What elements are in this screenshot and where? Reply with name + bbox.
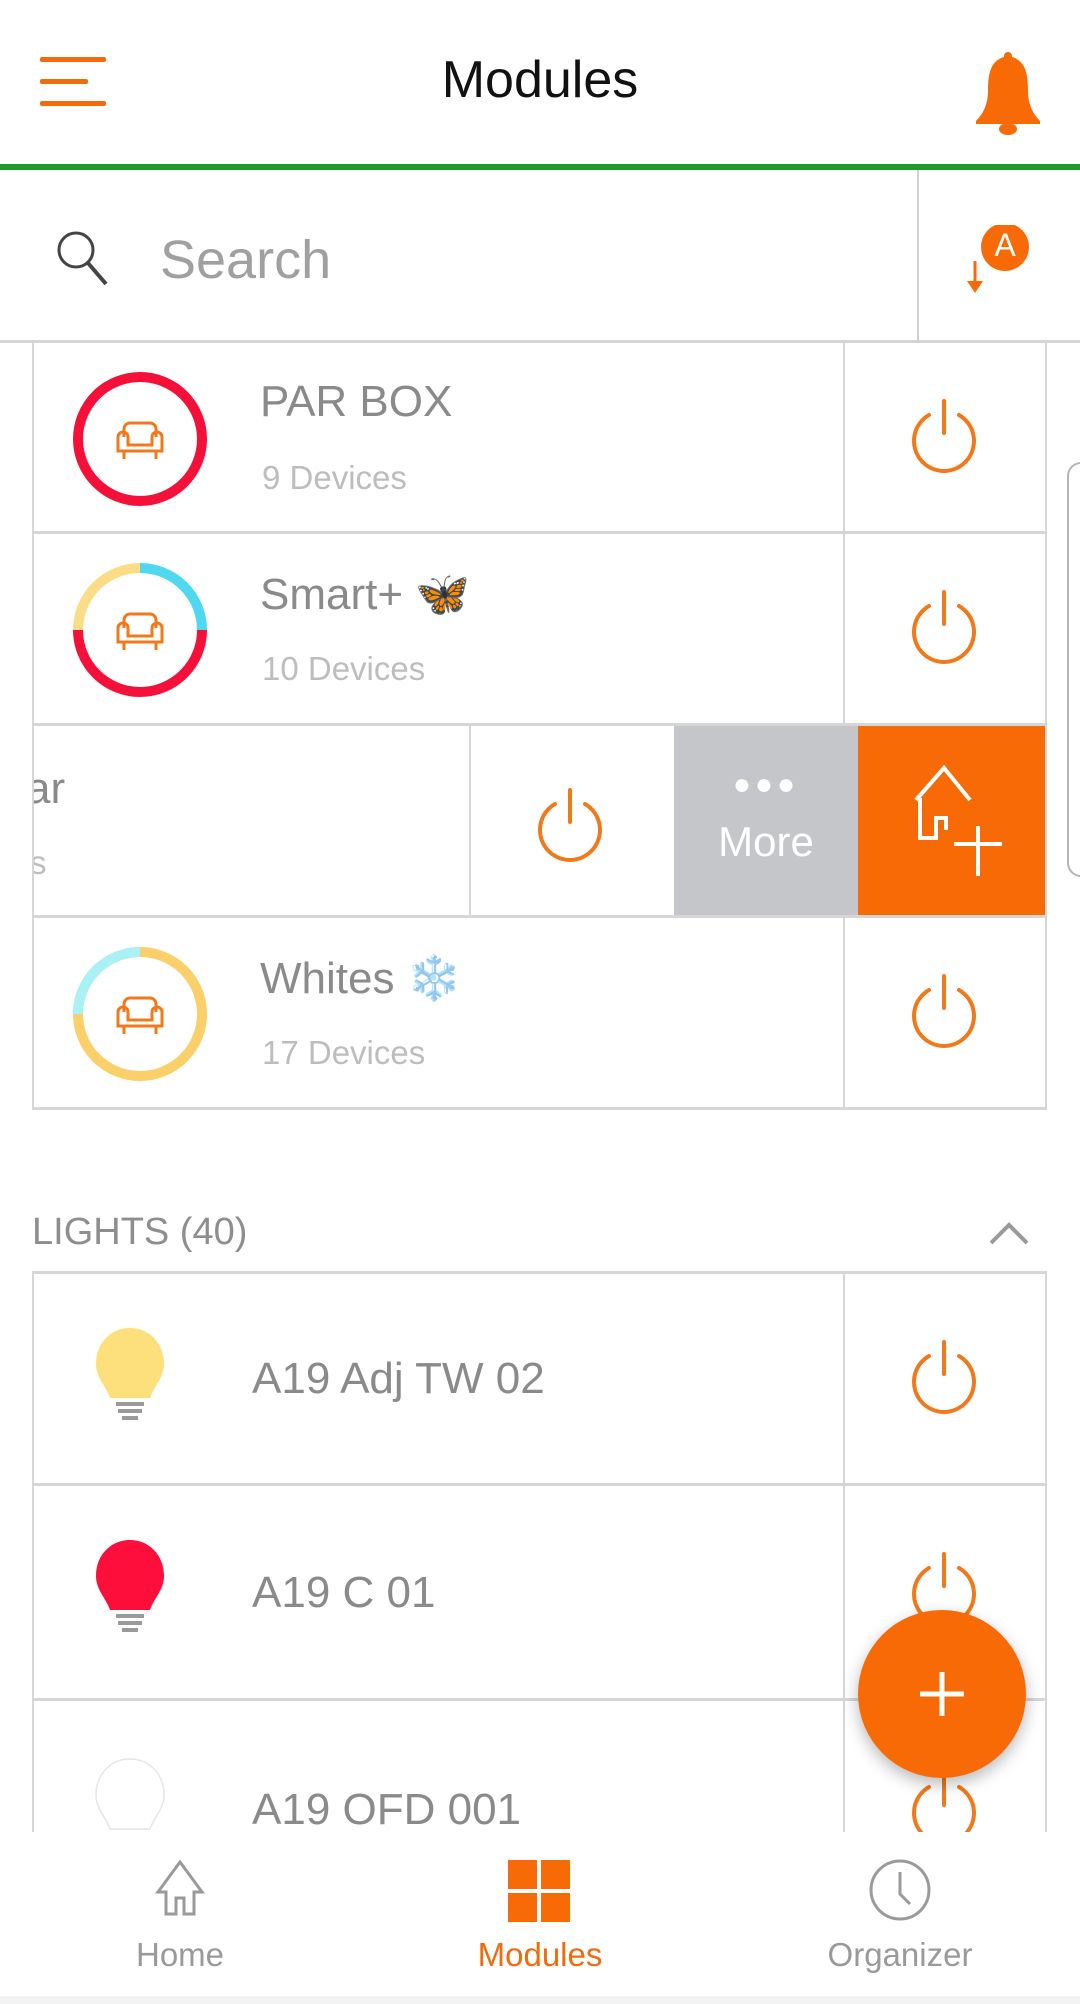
power-icon[interactable]: [906, 590, 982, 666]
room-name-partial: ar: [34, 764, 66, 813]
row-divider: [843, 534, 845, 723]
section-title: LIGHTS (40): [32, 1211, 248, 1253]
sort-badge-letter: A: [994, 227, 1016, 263]
light-bulb-icon: [96, 1328, 164, 1420]
room-device-count: 9 Devices: [262, 459, 407, 496]
row-divider: [843, 343, 845, 531]
bottom-navigation: Home Modules Organizer: [0, 1832, 1080, 2004]
page-title: Modules: [441, 51, 639, 109]
chevron-up-icon[interactable]: [987, 1217, 1031, 1247]
butterfly-emoji: 🦋: [415, 569, 471, 620]
room-device-count-partial: s: [34, 844, 47, 882]
power-icon[interactable]: [532, 788, 608, 864]
clock-icon: [869, 1859, 931, 1921]
app-root: Modules A PAR BOX 9 De: [0, 0, 1080, 2004]
sofa-icon: [116, 996, 164, 1034]
nav-home[interactable]: Home: [30, 1832, 330, 1996]
light-name: A19 C 01: [252, 1568, 436, 1617]
power-icon[interactable]: [906, 399, 982, 475]
room-color-ring: [73, 947, 207, 1081]
sort-alphabetical-icon[interactable]: A: [960, 225, 1040, 295]
light-name: A19 Adj TW 02: [252, 1354, 545, 1403]
nav-organizer[interactable]: Organizer: [750, 1832, 1050, 1996]
sofa-icon: [116, 612, 164, 650]
row-divider: [843, 1274, 845, 1483]
power-icon[interactable]: [906, 974, 982, 1050]
row-divider: [843, 1486, 845, 1698]
room-row[interactable]: Whites ❄️ 17 Devices: [32, 918, 1047, 1110]
room-row[interactable]: Smart+ 🦋 10 Devices: [32, 534, 1047, 726]
nav-modules[interactable]: Modules: [390, 1832, 690, 1996]
home-icon: [155, 1859, 205, 1916]
search-icon: [57, 231, 108, 286]
row-divider: [843, 918, 845, 1107]
snowflake-emoji: ❄️: [406, 953, 462, 1004]
light-name: A19 OFD 001: [252, 1785, 522, 1834]
room-name: Smart+ 🦋: [260, 569, 471, 620]
sofa-icon: [116, 421, 164, 459]
nav-home-label: Home: [135, 1936, 225, 1973]
row-divider: [469, 726, 471, 915]
room-name: PAR BOX: [260, 377, 453, 426]
top-app-bar: Modules: [0, 0, 1080, 165]
more-label: More: [718, 818, 814, 865]
add-to-home-icon: [914, 764, 1002, 876]
bell-icon[interactable]: [972, 50, 1044, 136]
room-device-count: 10 Devices: [262, 650, 426, 687]
plus-icon: [920, 1672, 964, 1716]
nav-organizer-label: Organizer: [827, 1936, 973, 1973]
more-button[interactable]: ●●● More: [674, 726, 858, 915]
more-dots-icon: ●●●: [732, 768, 800, 801]
light-bulb-icon: [96, 1540, 164, 1632]
room-row[interactable]: PAR BOX 9 Devices: [32, 343, 1047, 534]
add-fab-button[interactable]: [858, 1610, 1026, 1778]
scrollbar[interactable]: [1067, 462, 1080, 877]
add-to-home-button[interactable]: [858, 726, 1045, 915]
search-input[interactable]: [160, 205, 900, 315]
power-icon[interactable]: [906, 1340, 982, 1416]
lights-section-header[interactable]: LIGHTS (40): [32, 1205, 1047, 1265]
room-row-swiped[interactable]: ar s ●●● More: [32, 726, 1047, 918]
room-color-ring: [73, 372, 207, 506]
system-bar: [0, 1996, 1080, 2004]
search-divider: [917, 170, 919, 343]
modules-grid-icon: [508, 1860, 570, 1922]
room-color-ring: [73, 563, 207, 697]
nav-modules-label: Modules: [477, 1936, 603, 1973]
room-device-count: 17 Devices: [262, 1034, 426, 1071]
room-name: Whites ❄️: [260, 953, 462, 1004]
light-row[interactable]: A19 Adj TW 02: [32, 1271, 1047, 1486]
